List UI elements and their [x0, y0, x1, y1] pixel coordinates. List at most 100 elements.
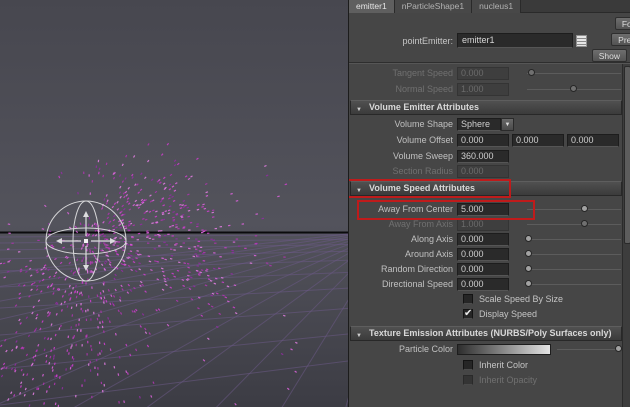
- slider-handle[interactable]: [524, 235, 532, 242]
- row-normal-speed: Normal Speed 1.000: [349, 83, 622, 96]
- tab-nparticleshape1[interactable]: nParticleShape1: [394, 0, 473, 13]
- volume-offset-y-field[interactable]: 0.000: [512, 134, 564, 147]
- slider-handle[interactable]: [581, 205, 589, 212]
- focus-button[interactable]: Focus: [614, 17, 630, 30]
- scrollbar-thumb[interactable]: [624, 66, 630, 244]
- display-speed-label: Display Speed: [479, 309, 538, 319]
- row-volume-offset: Volume Offset 0.000 0.000 0.000: [349, 134, 622, 147]
- tab-nucleus1[interactable]: nucleus1: [472, 0, 522, 13]
- away-from-center-slider[interactable]: [527, 205, 621, 212]
- away-from-axis-label: Away From Axis: [388, 219, 453, 229]
- volume-offset-label: Volume Offset: [396, 135, 453, 145]
- show-button[interactable]: Show: [591, 49, 627, 62]
- section-title: Volume Speed Attributes: [369, 183, 476, 193]
- checkbox-inherit-color[interactable]: ✔: [463, 360, 473, 370]
- inherit-color-label: Inherit Color: [479, 360, 529, 370]
- away-from-axis-field[interactable]: 1.000: [457, 218, 509, 231]
- directional-speed-field[interactable]: 0.000: [457, 278, 509, 291]
- row-tangent-speed: Tangent Speed 0.000: [349, 67, 622, 80]
- particle-color-label: Particle Color: [398, 344, 453, 354]
- inherit-opacity-label: Inherit Opacity: [479, 375, 538, 385]
- volume-shape-label: Volume Shape: [394, 119, 453, 129]
- attribute-editor: emitter1 nParticleShape1 nucleus1 Focus …: [348, 0, 630, 407]
- row-along-axis: Along Axis 0.000: [349, 233, 622, 246]
- check-icon: ✔: [464, 308, 473, 319]
- slider-handle[interactable]: [527, 69, 535, 76]
- directional-speed-slider[interactable]: [524, 280, 621, 287]
- volume-sweep-field[interactable]: 360.000: [457, 150, 509, 163]
- slider-handle[interactable]: [570, 85, 577, 92]
- slider-handle[interactable]: [524, 280, 532, 287]
- row-inherit-color: ✔ Inherit Color: [349, 359, 622, 372]
- row-directional-speed: Directional Speed 0.000: [349, 278, 622, 291]
- random-direction-label: Random Direction: [380, 264, 453, 274]
- particle-color-ramp[interactable]: [457, 344, 551, 355]
- section-header-volume-emitter-attributes[interactable]: ▼ Volume Emitter Attributes: [350, 100, 622, 115]
- particle-color-slider[interactable]: [557, 345, 623, 352]
- row-section-radius: Section Radius 0.000: [349, 165, 622, 178]
- ground-grid: [0, 231, 348, 407]
- dropdown-arrow-icon[interactable]: ▼: [501, 118, 514, 131]
- notes-page-icon[interactable]: [576, 35, 587, 47]
- away-from-axis-slider[interactable]: [527, 220, 621, 227]
- checkbox-inherit-opacity[interactable]: ✔: [463, 375, 473, 385]
- row-display-speed: ✔ Display Speed: [349, 308, 622, 321]
- viewport-3d[interactable]: [0, 0, 348, 407]
- random-direction-slider[interactable]: [524, 265, 621, 272]
- presets-button[interactable]: Presets: [611, 33, 630, 46]
- volume-shape-dropdown[interactable]: Sphere: [457, 118, 501, 131]
- volume-offset-x-field[interactable]: 0.000: [457, 134, 509, 147]
- tangent-speed-field[interactable]: 0.000: [457, 67, 509, 80]
- row-random-direction: Random Direction 0.000: [349, 263, 622, 276]
- row-away-from-axis: Away From Axis 1.000: [349, 218, 622, 231]
- around-axis-label: Around Axis: [404, 249, 453, 259]
- scale-speed-by-size-label: Scale Speed By Size: [479, 294, 564, 304]
- slider-handle[interactable]: [524, 265, 532, 272]
- slider-handle[interactable]: [581, 220, 589, 227]
- section-radius-field[interactable]: 0.000: [457, 165, 509, 178]
- section-header-volume-speed-attributes[interactable]: ▼ Volume Speed Attributes: [350, 181, 622, 196]
- checkbox-scale-speed-by-size[interactable]: ✔: [463, 294, 473, 304]
- random-direction-field[interactable]: 0.000: [457, 263, 509, 276]
- section-title: Texture Emission Attributes (NURBS/Poly …: [369, 328, 612, 338]
- attribute-editor-tabbar: emitter1 nParticleShape1 nucleus1: [349, 0, 630, 13]
- row-around-axis: Around Axis 0.000: [349, 248, 622, 261]
- collapse-triangle-icon: ▼: [356, 188, 362, 194]
- checkbox-display-speed[interactable]: ✔: [463, 308, 473, 319]
- slider-handle[interactable]: [524, 250, 532, 257]
- volume-sweep-label: Volume Sweep: [392, 151, 453, 161]
- scrollbar[interactable]: [622, 64, 630, 407]
- row-inherit-opacity: ✔ Inherit Opacity: [349, 374, 622, 387]
- around-axis-slider[interactable]: [524, 250, 621, 257]
- row-away-from-center: Away From Center 5.000: [349, 203, 622, 216]
- tab-emitter1[interactable]: emitter1: [349, 0, 395, 13]
- away-from-center-field[interactable]: 5.000: [457, 203, 509, 216]
- row-scale-speed-by-size: ✔ Scale Speed By Size: [349, 293, 622, 306]
- maya-window: emitter1 nParticleShape1 nucleus1 Focus …: [0, 0, 630, 407]
- collapse-triangle-icon: ▼: [356, 107, 362, 113]
- row-volume-shape: Volume Shape Sphere ▼: [349, 118, 622, 131]
- section-divider: [349, 62, 630, 64]
- section-radius-label: Section Radius: [392, 166, 453, 176]
- away-from-center-label: Away From Center: [378, 204, 453, 214]
- particle-cloud: [0, 142, 298, 407]
- along-axis-slider[interactable]: [524, 235, 621, 242]
- along-axis-label: Along Axis: [410, 234, 453, 244]
- normal-speed-label: Normal Speed: [395, 84, 453, 94]
- normal-speed-field[interactable]: 1.000: [457, 83, 509, 96]
- row-particle-color: Particle Color: [349, 343, 623, 356]
- tangent-speed-slider[interactable]: [527, 69, 621, 76]
- volume-offset-z-field[interactable]: 0.000: [567, 134, 619, 147]
- directional-speed-label: Directional Speed: [381, 279, 453, 289]
- point-emitter-name-field[interactable]: emitter1: [457, 33, 573, 48]
- point-emitter-label: pointEmitter:: [402, 36, 453, 46]
- section-header-texture-emission-attributes[interactable]: ▼ Texture Emission Attributes (NURBS/Pol…: [350, 326, 622, 341]
- tangent-speed-label: Tangent Speed: [392, 68, 453, 78]
- volume-emitter-manipulator[interactable]: [45, 200, 127, 282]
- row-volume-sweep: Volume Sweep 360.000: [349, 150, 622, 163]
- collapse-triangle-icon: ▼: [356, 333, 362, 339]
- normal-speed-slider[interactable]: [527, 85, 621, 92]
- section-title: Volume Emitter Attributes: [369, 102, 480, 112]
- around-axis-field[interactable]: 0.000: [457, 248, 509, 261]
- along-axis-field[interactable]: 0.000: [457, 233, 509, 246]
